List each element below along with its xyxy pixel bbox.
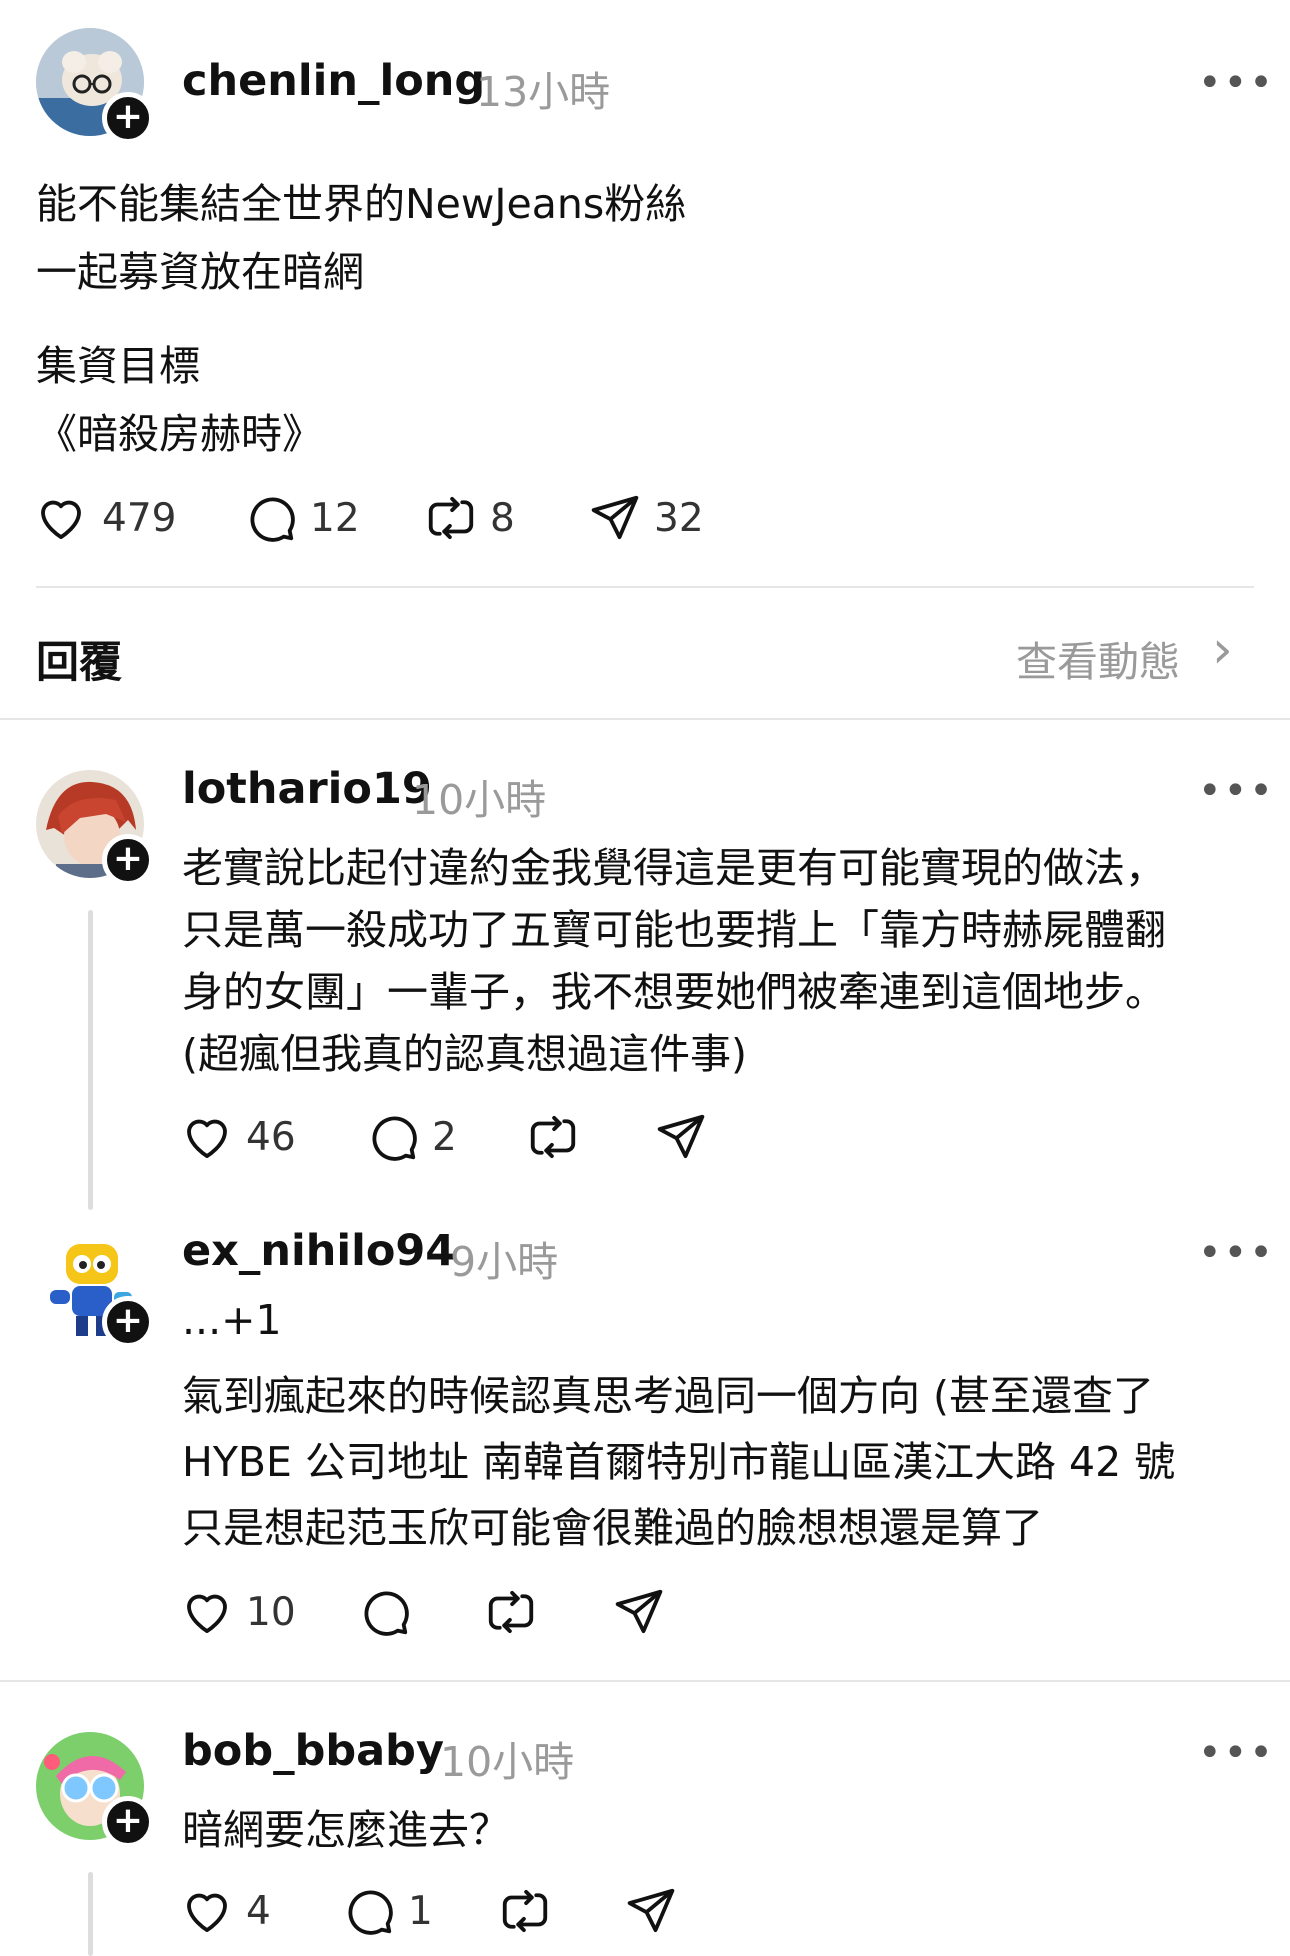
reply-text-line: 氣到瘋起來的時候認真思考過同一個方向 (甚至還查了 xyxy=(182,1372,1155,1420)
reply-text-line: 老實說比起付違約金我覺得這是更有可能實現的做法， xyxy=(182,844,1166,892)
section-divider xyxy=(0,718,1290,720)
comment-icon[interactable] xyxy=(358,1585,412,1639)
repost-icon[interactable] xyxy=(424,491,478,545)
thread-line xyxy=(88,910,93,1210)
follow-plus-icon[interactable]: + xyxy=(102,1796,154,1848)
follow-plus-icon[interactable]: + xyxy=(102,834,154,886)
chevron-right-icon[interactable]: › xyxy=(1212,620,1233,680)
replies-title: 回覆 xyxy=(36,638,122,688)
comment-count: 12 xyxy=(310,496,360,541)
reply-text-line: HYBE 公司地址 南韓首爾特別市龍山區漢江大路 42 號 xyxy=(182,1438,1176,1486)
share-icon[interactable] xyxy=(588,491,642,545)
more-options-icon[interactable]: ••• xyxy=(1198,1230,1275,1276)
like-count: 10 xyxy=(246,1590,296,1635)
like-count: 479 xyxy=(102,496,177,541)
reply-text-line: 身的女團」一輩子，我不想要她們被牽連到這個地步。 xyxy=(182,968,1166,1016)
reply-time: 10小時 xyxy=(412,776,547,824)
comment-count: 2 xyxy=(432,1115,457,1160)
post-text-line: 能不能集結全世界的NewJeans粉絲 xyxy=(36,180,687,228)
like-icon[interactable] xyxy=(34,491,88,545)
reply-text-line: 暗網要怎麼進去？ xyxy=(182,1806,510,1854)
share-icon[interactable] xyxy=(654,1110,708,1164)
like-icon[interactable] xyxy=(180,1110,234,1164)
username[interactable]: lothario19 xyxy=(182,764,432,814)
like-icon[interactable] xyxy=(180,1884,234,1938)
username[interactable]: chenlin_long xyxy=(182,56,485,106)
share-count: 32 xyxy=(654,496,704,541)
repost-icon[interactable] xyxy=(526,1110,580,1164)
more-options-icon[interactable]: ••• xyxy=(1198,60,1275,106)
reply-time: 10小時 xyxy=(440,1738,575,1786)
post-text-line: 集資目標 xyxy=(36,342,200,390)
section-divider xyxy=(0,1680,1290,1682)
post-text-line: 一起募資放在暗網 xyxy=(36,248,364,296)
like-icon[interactable] xyxy=(180,1585,234,1639)
view-activity-link[interactable]: 查看動態 xyxy=(1016,628,1180,688)
username[interactable]: ex_nihilo94 xyxy=(182,1226,455,1276)
comment-icon[interactable] xyxy=(366,1110,420,1164)
reply-text-line: 只是想起范玉欣可能會很難過的臉想想還是算了 xyxy=(182,1504,1043,1552)
divider xyxy=(36,586,1254,588)
repost-count: 8 xyxy=(490,496,515,541)
comment-icon[interactable] xyxy=(244,491,298,545)
comment-icon[interactable] xyxy=(342,1884,396,1938)
post-time: 13小時 xyxy=(476,68,611,116)
reply-text-line: ...+1 xyxy=(182,1296,282,1344)
reply-text-line: (超瘋但我真的認真想過這件事) xyxy=(182,1030,747,1078)
share-icon[interactable] xyxy=(612,1585,666,1639)
repost-icon[interactable] xyxy=(484,1585,538,1639)
share-icon[interactable] xyxy=(624,1884,678,1938)
follow-plus-icon[interactable]: + xyxy=(102,1296,154,1348)
follow-plus-icon[interactable]: + xyxy=(102,92,154,144)
thread-line xyxy=(88,1872,93,1956)
reply-text-line: 只是萬一殺成功了五寶可能也要揹上「靠方時赫屍體翻 xyxy=(182,906,1166,954)
more-options-icon[interactable]: ••• xyxy=(1198,768,1275,814)
more-options-icon[interactable]: ••• xyxy=(1198,1730,1275,1776)
like-count: 4 xyxy=(246,1889,271,1934)
like-count: 46 xyxy=(246,1115,296,1160)
username[interactable]: bob_bbaby xyxy=(182,1726,444,1776)
post-text-line: 《暗殺房赫時》 xyxy=(36,410,323,458)
reply-time: 9小時 xyxy=(450,1238,559,1286)
repost-icon[interactable] xyxy=(498,1884,552,1938)
comment-count: 1 xyxy=(408,1889,433,1934)
